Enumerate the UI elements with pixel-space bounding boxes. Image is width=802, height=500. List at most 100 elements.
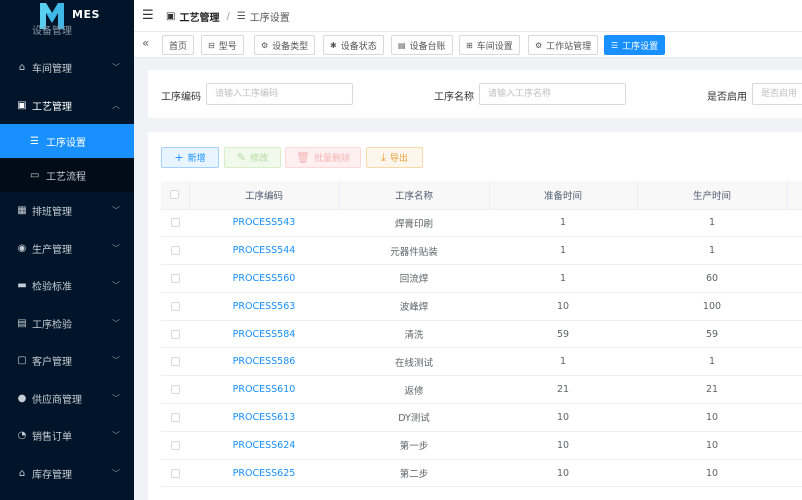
export-button[interactable]: ⤓ 导出 <box>366 147 423 168</box>
table-row[interactable]: PROCESS544 元器件贴装 1 1 <box>161 236 802 266</box>
process-code-link[interactable]: PROCESS543 <box>189 209 339 238</box>
row-select-cell[interactable] <box>161 375 189 405</box>
overflow-cell <box>787 459 802 488</box>
batch-delete-button[interactable]: 🗑 批量删除 <box>285 147 361 168</box>
row-select-cell[interactable] <box>161 459 189 488</box>
enabled-select[interactable] <box>752 83 802 105</box>
tab[interactable]: ⚙ 设备类型 <box>254 35 316 55</box>
row-select-cell[interactable] <box>161 209 189 238</box>
sidebar-item[interactable]: ◉ 生产管理 ﹀ <box>0 230 134 268</box>
column-header-overflow <box>787 181 802 210</box>
hamburger-menu-icon[interactable]: ☰ <box>142 8 154 23</box>
row-checkbox[interactable] <box>170 329 180 339</box>
process-code-link[interactable]: PROCESS610 <box>189 375 339 405</box>
row-select-cell[interactable] <box>161 403 189 432</box>
table-row[interactable]: PROCESS613 DY测试 10 10 <box>161 403 802 432</box>
column-header: 工序编码 <box>189 181 340 210</box>
tab[interactable]: ⊟ 型号 <box>201 35 244 55</box>
process-name-cell: DY测试 <box>339 403 489 432</box>
sidebar-item[interactable]: ▦ 排班管理 ﹀ <box>0 192 134 230</box>
sidebar-item[interactable]: ⌂ 车间管理 ﹀ <box>0 49 134 87</box>
column-header: 准备时间 <box>489 181 638 210</box>
tab[interactable]: 首页 <box>162 35 195 55</box>
row-checkbox[interactable] <box>170 412 180 422</box>
row-checkbox[interactable] <box>170 357 180 367</box>
prep-time-cell: 1 <box>489 236 637 266</box>
breadcrumb-item[interactable]: 工艺管理 <box>179 9 219 24</box>
process-code-input[interactable] <box>206 83 353 105</box>
tab[interactable]: ⚙ 工作站管理 <box>528 35 599 55</box>
table-row[interactable]: PROCESS563 波峰焊 10 100 <box>161 292 802 321</box>
tab[interactable]: ▤ 设备台账 <box>391 35 453 55</box>
process-code-link[interactable]: PROCESS625 <box>189 459 339 488</box>
sidebar-item-label: 库存管理 <box>32 469 72 481</box>
process-code-link[interactable]: PROCESS560 <box>189 264 339 293</box>
sidebar-item-partial[interactable]: 设备管理 <box>0 20 134 36</box>
sidebar-subitem[interactable]: ☰ 工序设置 <box>0 124 134 158</box>
table-row[interactable]: PROCESS625 第二步 10 10 <box>161 459 802 488</box>
process-code-link[interactable]: PROCESS563 <box>189 292 339 321</box>
sidebar-subitem[interactable]: ▭ 工艺流程 <box>0 158 134 192</box>
sidebar-item[interactable]: ◔ 销售订单 ﹀ <box>0 417 134 455</box>
prep-time-cell: 1 <box>489 209 637 238</box>
process-code-link[interactable]: PROCESS584 <box>189 320 339 349</box>
tab-label: 型号 <box>218 41 237 52</box>
row-select-cell[interactable] <box>161 431 189 460</box>
select-all-cell[interactable] <box>161 181 190 210</box>
row-checkbox[interactable] <box>170 301 180 311</box>
monitor-icon: ▬ <box>17 280 27 292</box>
tab-label: 工作站管理 <box>546 41 592 52</box>
double-chevron-left-icon[interactable]: « <box>142 36 149 50</box>
table-row[interactable]: PROCESS586 在线测试 1 1 <box>161 347 802 377</box>
tab[interactable]: ☰ 工序设置 <box>604 35 666 55</box>
process-code-link[interactable]: PROCESS586 <box>189 347 339 377</box>
row-checkbox[interactable] <box>170 273 180 283</box>
plus-icon: + <box>174 151 184 164</box>
process-code-link[interactable]: PROCESS544 <box>189 236 339 266</box>
prep-time-cell: 10 <box>489 403 637 432</box>
row-select-cell[interactable] <box>161 264 189 293</box>
tab[interactable]: ⊞ 车间设置 <box>459 35 520 55</box>
row-checkbox[interactable] <box>170 385 180 395</box>
row-select-cell[interactable] <box>161 292 189 321</box>
process-name-cell: 清洗 <box>339 320 489 349</box>
breadcrumb-separator: / <box>226 11 230 22</box>
row-checkbox[interactable] <box>170 468 180 478</box>
tab[interactable]: ✱ 设备状态 <box>323 35 384 55</box>
process-name-input[interactable] <box>479 83 626 105</box>
select-all-checkbox[interactable] <box>170 190 180 200</box>
table-row[interactable]: PROCESS584 清洗 59 59 <box>161 320 802 349</box>
sidebar-item[interactable]: ▣ 工艺管理 ︿ <box>0 87 134 125</box>
edit-button[interactable]: ✎ 修改 <box>224 147 281 168</box>
process-code-link[interactable]: PROCESS613 <box>189 403 339 432</box>
process-name-cell: 焊膏印刷 <box>339 209 489 238</box>
row-checkbox[interactable] <box>170 218 180 228</box>
sidebar-item[interactable]: ▢ 客户管理 ﹀ <box>0 342 134 380</box>
tab-icon: ⊞ <box>466 40 473 50</box>
chevron-down-icon: ﹀ <box>112 393 120 403</box>
row-select-cell[interactable] <box>161 320 189 349</box>
overflow-cell <box>787 403 802 432</box>
tab-label: 设备状态 <box>340 41 377 52</box>
sidebar-subitem-label: 工序设置 <box>46 137 86 149</box>
edit-icon: ✎ <box>236 151 247 164</box>
edit-button-label: 修改 <box>250 154 269 164</box>
table-row[interactable]: PROCESS624 第一步 10 10 <box>161 431 802 460</box>
add-button[interactable]: + 新增 <box>161 147 219 168</box>
sidebar-item[interactable]: ⌂ 库存管理 ﹀ <box>0 455 134 493</box>
row-checkbox[interactable] <box>170 440 180 450</box>
overflow-cell <box>787 236 802 266</box>
table-row[interactable]: PROCESS560 回流焊 1 60 <box>161 264 802 293</box>
chevron-down-icon: ﹀ <box>112 468 120 478</box>
sidebar-item[interactable]: ● 供应商管理 ﹀ <box>0 380 134 418</box>
sidebar-item[interactable]: ▬ 检验标准 ﹀ <box>0 267 134 305</box>
row-select-cell[interactable] <box>161 236 189 266</box>
row-select-cell[interactable] <box>161 347 189 377</box>
sidebar-item[interactable]: ▤ 工序检验 ﹀ <box>0 305 134 343</box>
overflow-cell <box>787 264 802 293</box>
process-code-link[interactable]: PROCESS624 <box>189 431 339 460</box>
sidebar: MES 设备管理 ⌂ 车间管理 ﹀ ▣ 工艺管理 ︿ ☰ 工序设置 ▭ 工艺流程 ▦ 排班管理 ﹀ ◉ 生产… <box>0 0 134 500</box>
row-checkbox[interactable] <box>170 246 180 256</box>
table-row[interactable]: PROCESS610 返修 21 21 <box>161 375 802 405</box>
table-row[interactable]: PROCESS543 焊膏印刷 1 1 <box>161 209 802 238</box>
